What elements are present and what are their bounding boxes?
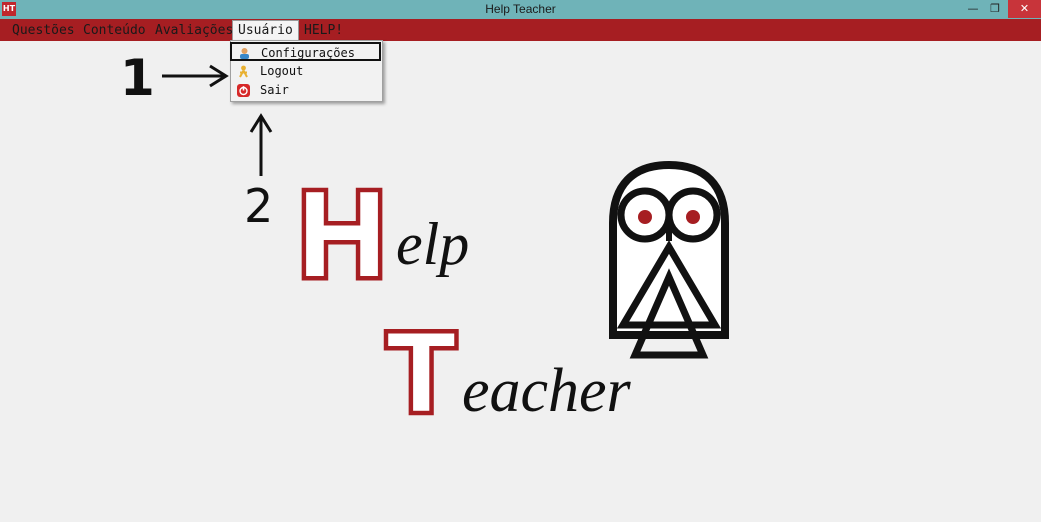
owl-logo-icon xyxy=(609,160,729,359)
minimize-button[interactable]: — xyxy=(962,0,984,18)
menu-help[interactable]: HELP! xyxy=(304,21,343,40)
power-icon xyxy=(237,84,250,97)
menu-usuario[interactable]: Usuário xyxy=(232,20,299,42)
person-logout-icon xyxy=(237,65,250,78)
help-teacher-logo: H elp T eacher xyxy=(294,160,729,422)
title-bar: HT Help Teacher — ❐ ✕ xyxy=(0,0,1041,19)
close-button[interactable]: ✕ xyxy=(1008,0,1041,18)
user-settings-icon xyxy=(238,47,251,60)
annotation-number-2: 2 xyxy=(244,179,274,233)
arrow-up-icon xyxy=(249,113,273,176)
menu-item-sair[interactable]: Sair xyxy=(231,81,382,100)
logout-label: Logout xyxy=(260,64,304,78)
usuario-dropdown: Configurações Logout Sair xyxy=(230,40,383,102)
sair-label: Sair xyxy=(260,83,289,97)
configuracoes-label: Configurações xyxy=(261,46,355,60)
window-title: Help Teacher xyxy=(485,2,556,16)
menu-questoes[interactable]: Questões xyxy=(12,21,75,40)
logo-teacher-initial: T xyxy=(387,310,455,422)
logo-help-initial: H xyxy=(298,166,386,302)
logo-help-rest: elp xyxy=(396,211,469,277)
arrow-right-icon xyxy=(162,64,229,88)
logo-teacher-rest: eacher xyxy=(462,357,632,422)
menu-conteudo[interactable]: Conteúdo xyxy=(83,21,146,40)
menu-avaliacoes[interactable]: Avaliações xyxy=(155,21,233,40)
menu-item-logout[interactable]: Logout xyxy=(231,62,382,81)
annotation-number-1: 1 xyxy=(120,49,155,107)
menu-item-configuracoes[interactable]: Configurações xyxy=(230,42,381,61)
menu-bar: Questões Conteúdo Avaliações Usuário HEL… xyxy=(0,19,1041,42)
maximize-button[interactable]: ❐ xyxy=(984,0,1006,18)
